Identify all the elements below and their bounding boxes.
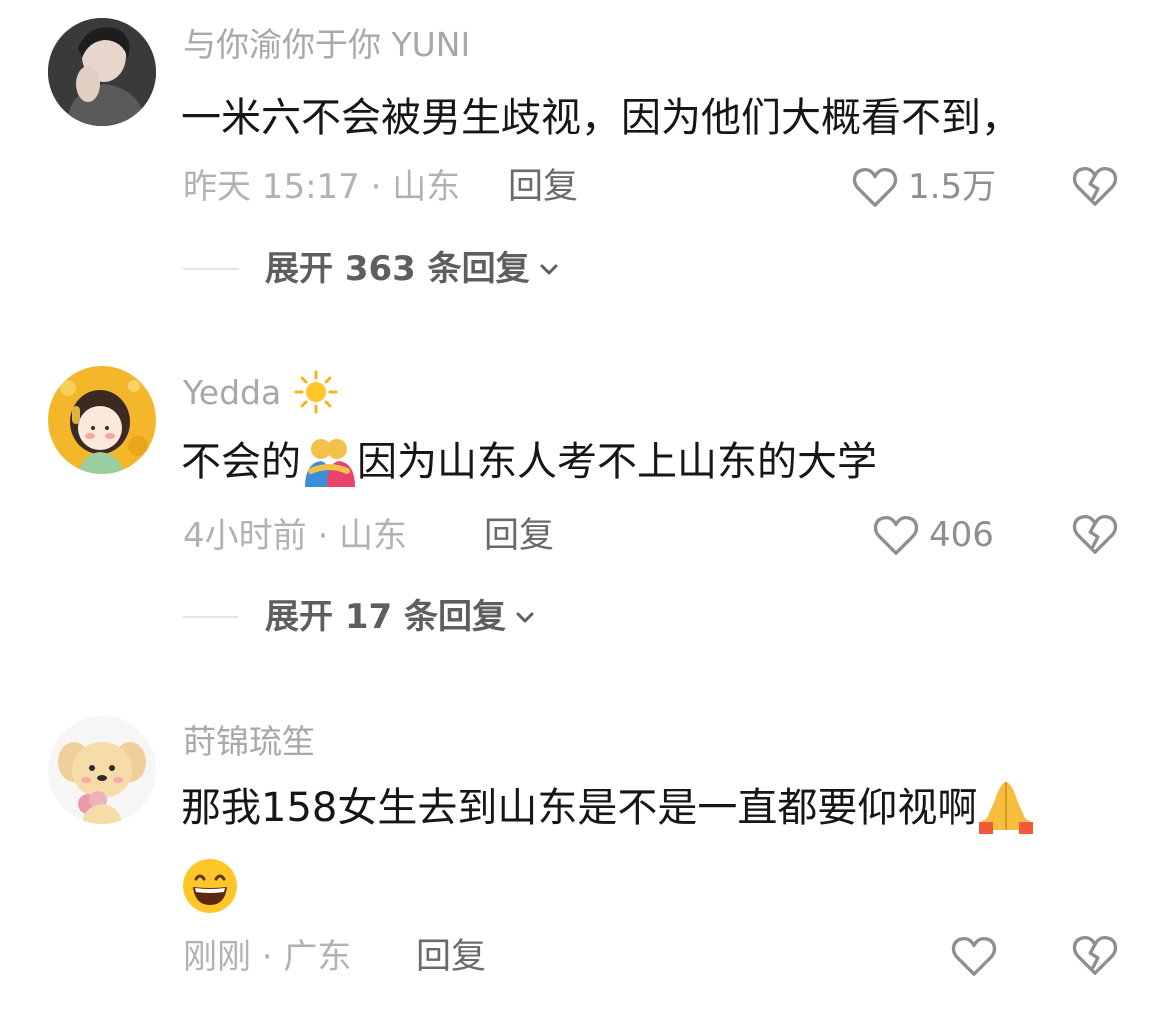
dislike-button[interactable] xyxy=(1072,933,1118,979)
comment-text-line2 xyxy=(181,857,239,915)
like-button[interactable] xyxy=(951,933,997,979)
broken-heart-icon xyxy=(1072,935,1118,975)
comment-item: 莳锦琉笙 那我158女生去到山东是不是一直都要仰视啊 刚刚 · 广东 回复 xyxy=(0,0,1170,1029)
grinning-face-emoji-icon xyxy=(183,859,237,913)
user-avatar[interactable] xyxy=(48,716,156,824)
comment-text-part: 那我158女生去到山东是不是一直都要仰视啊 xyxy=(181,785,978,831)
comment-text: 那我158女生去到山东是不是一直都要仰视啊 xyxy=(181,782,1035,834)
heart-icon xyxy=(951,936,997,976)
time-location: 刚刚 · 广东 xyxy=(183,937,352,977)
reply-button[interactable]: 回复 xyxy=(416,937,486,977)
username[interactable]: 莳锦琉笙 xyxy=(183,722,315,762)
cartoon-puppy-avatar xyxy=(48,716,156,824)
folded-hands-emoji-icon xyxy=(979,782,1034,834)
